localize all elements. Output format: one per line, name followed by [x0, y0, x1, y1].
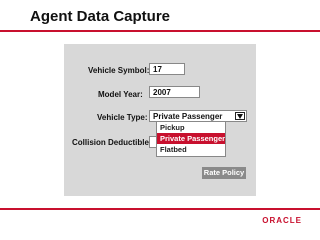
footer-divider	[0, 208, 320, 210]
oracle-logo: ORACLE	[262, 216, 302, 225]
model-year-field[interactable]: 2007	[149, 86, 200, 98]
option-flatbed[interactable]: Flatbed	[157, 144, 225, 155]
chevron-down-icon[interactable]	[235, 112, 245, 120]
collision-deductible-label: Collision Deductible:	[72, 138, 152, 147]
option-private-passenger[interactable]: Private Passenger	[157, 133, 225, 144]
vehicle-type-label: Vehicle Type:	[97, 113, 148, 122]
vehicle-type-value: Private Passenger	[153, 112, 223, 121]
title-divider	[0, 30, 320, 32]
option-pickup[interactable]: Pickup	[157, 122, 225, 133]
model-year-label: Model Year:	[98, 90, 143, 99]
vehicle-symbol-label: Vehicle Symbol:	[88, 66, 150, 75]
page-title: Agent Data Capture	[30, 8, 171, 25]
vehicle-symbol-field[interactable]: 17	[149, 63, 185, 75]
rate-policy-button[interactable]: Rate Policy	[202, 167, 246, 179]
vehicle-type-dropdown: Pickup Private Passenger Flatbed	[156, 121, 226, 157]
